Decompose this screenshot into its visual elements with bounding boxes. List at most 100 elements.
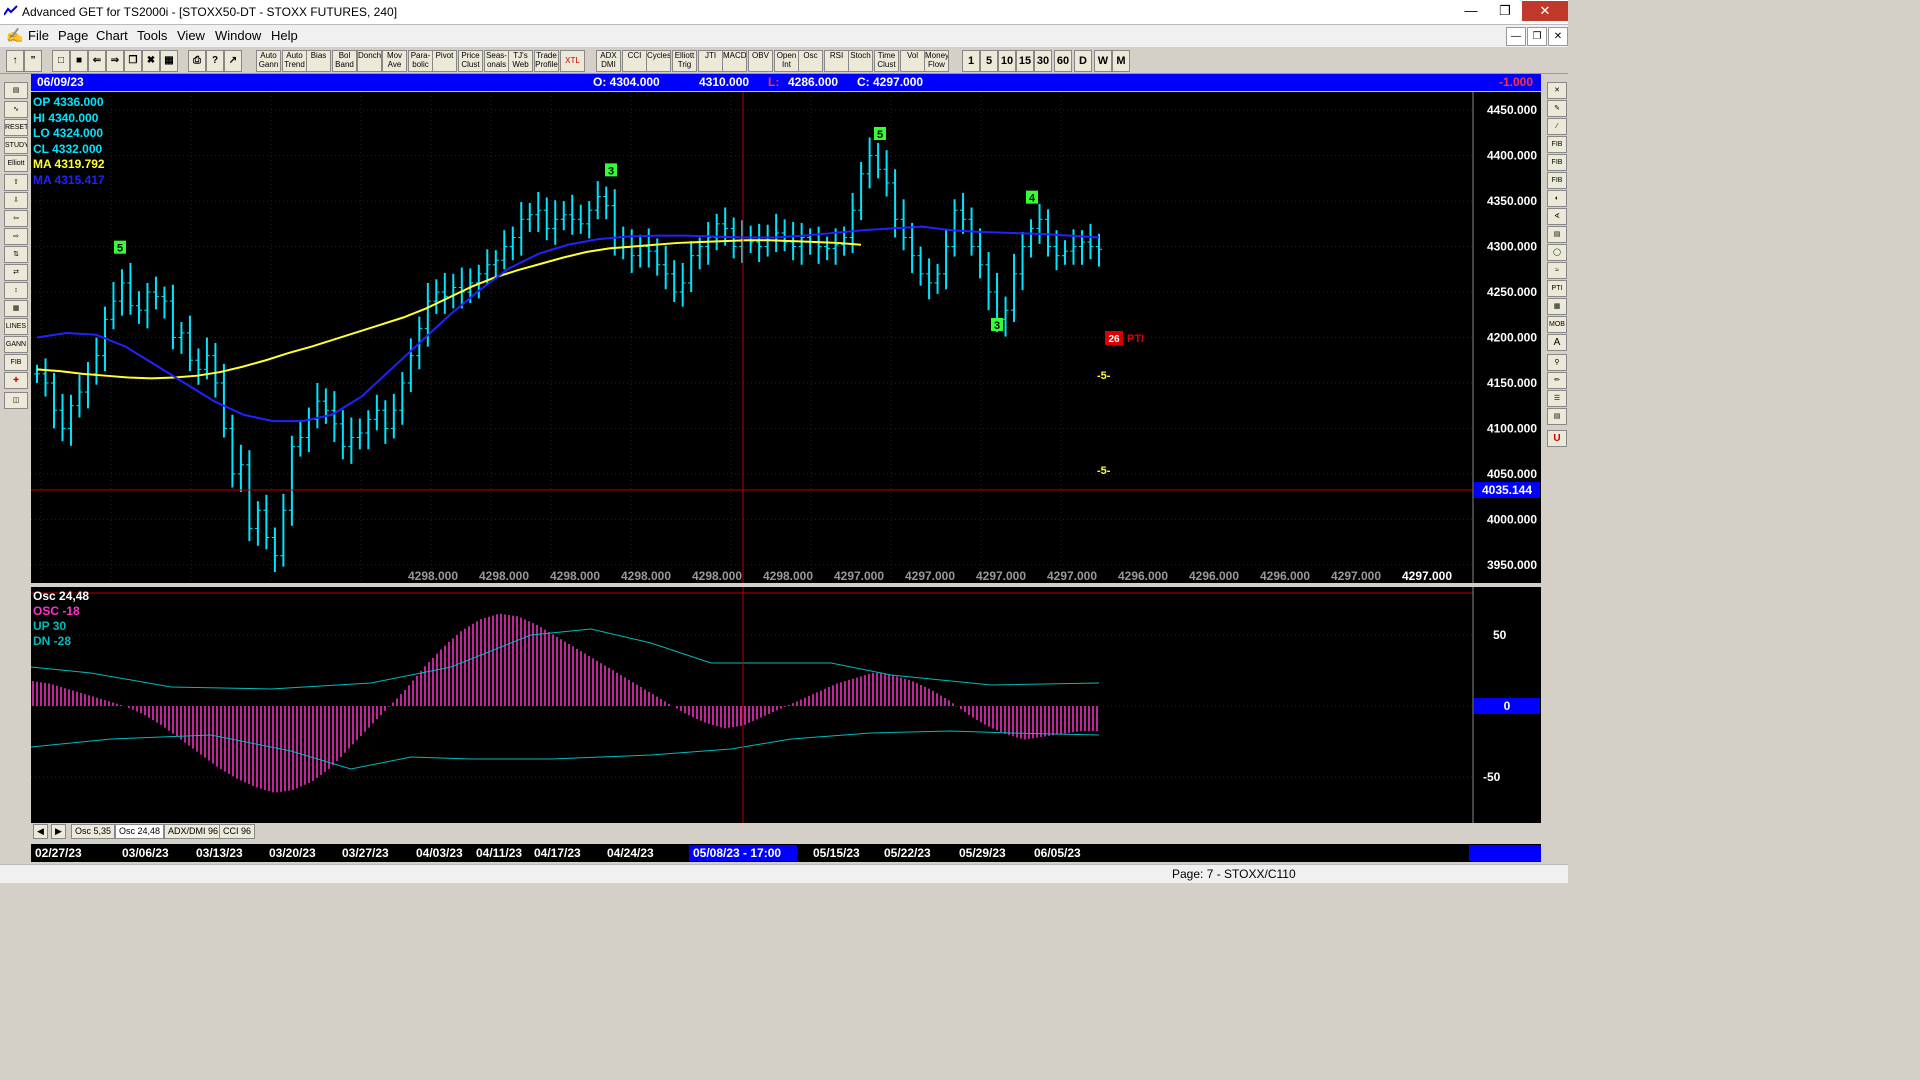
fan-icon[interactable]: ∢: [1547, 208, 1567, 225]
study-button-18[interactable]: MACD: [722, 50, 747, 72]
study-button-19[interactable]: OBV: [748, 50, 773, 72]
menu-view[interactable]: View: [177, 28, 205, 43]
minimize-button[interactable]: —: [1454, 1, 1488, 21]
timeframe-button-M[interactable]: M: [1112, 50, 1130, 72]
forward-icon[interactable]: ⇒: [106, 50, 124, 72]
text-tool-icon[interactable]: A: [1547, 334, 1567, 351]
menu-page[interactable]: Page: [58, 28, 88, 43]
new-page-icon[interactable]: □: [52, 50, 70, 72]
compress-icon[interactable]: ↕: [4, 282, 28, 299]
study-button-2[interactable]: Bias: [306, 50, 331, 72]
elliott-button[interactable]: Elliott: [4, 155, 28, 172]
study-button-14[interactable]: CCI: [622, 50, 647, 72]
arrow-right-icon[interactable]: ⇨: [4, 228, 28, 245]
timeframe-button-D[interactable]: D: [1074, 50, 1092, 72]
menu-chart[interactable]: Chart: [96, 28, 128, 43]
tab-scroll-left[interactable]: ◀: [33, 824, 48, 839]
close-tool-icon[interactable]: ✕: [1547, 82, 1567, 99]
timeframe-button-1[interactable]: 1: [962, 50, 980, 72]
open-page-icon[interactable]: ■: [70, 50, 88, 72]
study-button-8[interactable]: Price Clust: [458, 50, 483, 72]
fib-ext-button[interactable]: FIB: [1547, 154, 1567, 171]
arc-icon[interactable]: ◐: [1547, 190, 1567, 207]
study-button-9[interactable]: Seas- onals: [484, 50, 509, 72]
timeframe-button-30[interactable]: 30: [1034, 50, 1052, 72]
study-button-15[interactable]: Cycles: [646, 50, 671, 72]
reset-button[interactable]: RESET: [4, 119, 28, 136]
timeframe-button-5[interactable]: 5: [980, 50, 998, 72]
study-button-4[interactable]: Donch: [357, 50, 382, 72]
trendline-icon[interactable]: ∕: [1547, 118, 1567, 135]
maximize-button[interactable]: ❐: [1488, 1, 1522, 21]
pencil-icon[interactable]: ✎: [1547, 100, 1567, 117]
menu-window[interactable]: Window: [215, 28, 261, 43]
folder-icon[interactable]: ◫: [4, 392, 28, 409]
study-button-5[interactable]: Mov Ave: [382, 50, 407, 72]
timeframe-button-W[interactable]: W: [1094, 50, 1112, 72]
quote-tool-icon[interactable]: ”: [24, 50, 42, 72]
study-button-1[interactable]: Auto Trend: [282, 50, 307, 72]
expand-horizontal-icon[interactable]: ⇄: [4, 264, 28, 281]
lines-button[interactable]: LINES: [4, 318, 28, 335]
ellipse-icon[interactable]: ◯: [1547, 244, 1567, 261]
timeframe-button-15[interactable]: 15: [1016, 50, 1034, 72]
arrow-left-icon[interactable]: ⇦: [4, 210, 28, 227]
menu-tools[interactable]: Tools: [137, 28, 167, 43]
pti-button[interactable]: PTI: [1547, 280, 1567, 297]
list-icon[interactable]: ▤: [1547, 408, 1567, 425]
study-button-13[interactable]: ADX DMI: [596, 50, 621, 72]
study-button-23[interactable]: Stoch: [848, 50, 873, 72]
expand-vertical-icon[interactable]: ⇅: [4, 246, 28, 263]
tab-osc-24-48[interactable]: Osc 24,48: [115, 824, 165, 839]
mdi-restore-button[interactable]: ❐: [1527, 27, 1547, 46]
magnet-icon[interactable]: U: [1547, 430, 1567, 447]
oscillator-chart[interactable]: 50 0 -50 Osc 24,48 OSC -18 UP 30 DN -28: [30, 587, 1541, 823]
fib-time-button[interactable]: FIB: [1547, 172, 1567, 189]
study-button-24[interactable]: Time Clust: [874, 50, 899, 72]
study-button-26[interactable]: Money Flow: [924, 50, 949, 72]
oscillator-panel[interactable]: 50 0 -50 Osc 24,48 OSC -18 UP 30 DN -28: [30, 587, 1541, 823]
wave-icon[interactable]: ≈: [1547, 262, 1567, 279]
menu-file[interactable]: File: [28, 28, 49, 43]
open-icon[interactable]: ▤: [4, 82, 28, 99]
menu-help[interactable]: Help: [271, 28, 298, 43]
tab-osc-5-35[interactable]: Osc 5,35: [71, 824, 116, 839]
crosshair-icon[interactable]: ✚: [4, 372, 28, 389]
timeframe-button-60[interactable]: 60: [1054, 50, 1072, 72]
study-button-17[interactable]: JTI: [698, 50, 723, 72]
cycles-icon[interactable]: ∿: [4, 101, 28, 118]
study-button-12[interactable]: XTL: [560, 50, 585, 72]
mob-button[interactable]: MOB: [1547, 316, 1567, 333]
study-button-20[interactable]: Open Int: [774, 50, 799, 72]
study-button-21[interactable]: Osc: [798, 50, 823, 72]
pin-tool-icon[interactable]: ↑: [6, 50, 24, 72]
back-icon[interactable]: ⇐: [88, 50, 106, 72]
delete-icon[interactable]: ✖: [142, 50, 160, 72]
zoom-icon[interactable]: ⚲: [1547, 354, 1567, 371]
help-icon[interactable]: ?: [206, 50, 224, 72]
grid-icon[interactable]: ▦: [160, 50, 178, 72]
study-button-0[interactable]: Auto Gann: [256, 50, 281, 72]
brush-icon[interactable]: ✏: [1547, 372, 1567, 389]
arrow-down-icon[interactable]: ⇩: [4, 192, 28, 209]
fib-ret-button[interactable]: FIB: [1547, 136, 1567, 153]
study-button[interactable]: STUDY: [4, 137, 28, 154]
print-icon[interactable]: ⎙: [188, 50, 206, 72]
arrow-up-icon[interactable]: ⇧: [4, 174, 28, 191]
grid-tool-icon[interactable]: ▦: [4, 300, 28, 317]
price-chart-panel[interactable]: 4450.000 4400.000 4350.000 4300.000 4250.000…: [31, 92, 1541, 583]
price-chart[interactable]: 4450.000 4400.000 4350.000 4300.000 4250.000…: [31, 92, 1541, 583]
mdi-minimize-button[interactable]: —: [1506, 27, 1526, 46]
gann-button[interactable]: GANN: [4, 336, 28, 353]
study-button-25[interactable]: Vol: [900, 50, 925, 72]
tab-scroll-right[interactable]: ▶: [51, 824, 66, 839]
stack-icon[interactable]: ☰: [1547, 390, 1567, 407]
study-button-10[interactable]: TJ's Web: [508, 50, 533, 72]
study-button-6[interactable]: Para- bolic: [408, 50, 433, 72]
study-button-22[interactable]: RSI: [824, 50, 849, 72]
mdi-close-button[interactable]: ✕: [1548, 27, 1568, 46]
tab-cci[interactable]: CCI 96: [219, 824, 256, 839]
close-button[interactable]: ✕: [1522, 1, 1568, 21]
study-button-3[interactable]: Bol Band: [332, 50, 357, 72]
fib-button[interactable]: FIB: [4, 354, 28, 371]
